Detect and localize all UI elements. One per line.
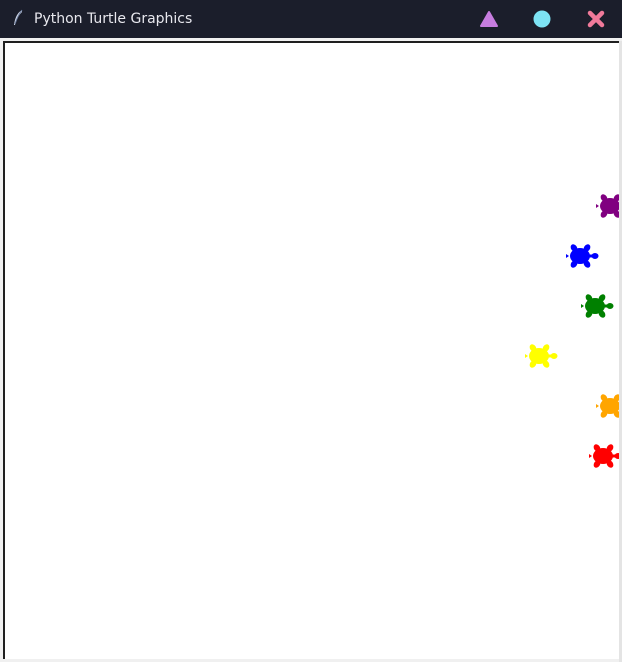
turtle-window: Python Turtle Graphics bbox=[0, 0, 622, 662]
turtle-yellow bbox=[525, 343, 559, 369]
close-button[interactable] bbox=[585, 8, 607, 30]
title-bar[interactable]: Python Turtle Graphics bbox=[0, 0, 622, 38]
minimize-button[interactable] bbox=[478, 8, 500, 30]
turtle-red bbox=[589, 443, 619, 469]
turtle-purple bbox=[596, 193, 619, 219]
turtle-canvas[interactable] bbox=[3, 41, 619, 659]
circle-icon bbox=[533, 10, 551, 28]
turtle-blue bbox=[566, 243, 600, 269]
feather-icon bbox=[12, 9, 24, 27]
turtle-green bbox=[581, 293, 615, 319]
triangle-icon bbox=[480, 11, 498, 27]
turtle-orange bbox=[596, 393, 619, 419]
x-icon bbox=[587, 10, 605, 28]
maximize-button[interactable] bbox=[531, 8, 553, 30]
window-title: Python Turtle Graphics bbox=[34, 11, 193, 27]
canvas-area bbox=[0, 38, 622, 662]
